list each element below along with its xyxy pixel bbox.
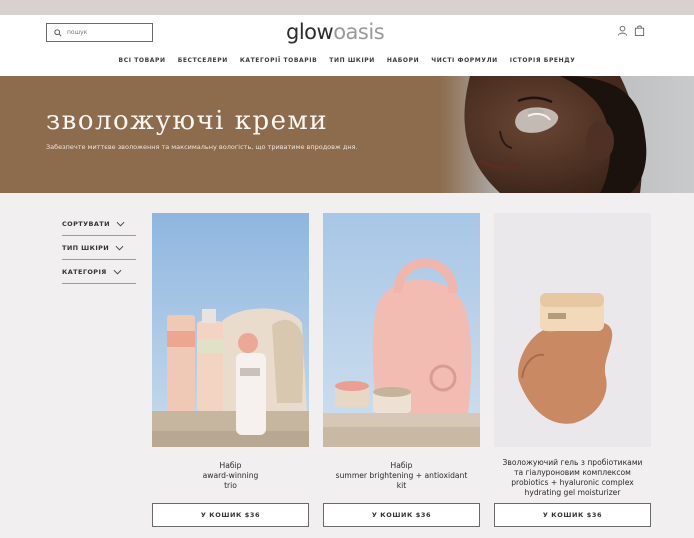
nav-sets[interactable]: НАБОРИ <box>381 57 425 64</box>
product-card: Набір summer brightening + antioxidant k… <box>323 213 480 527</box>
filter-category[interactable]: КАТЕГОРІЯ <box>62 260 136 284</box>
filters-panel: СОРТУВАТИ ТИП ШКІРИ КАТЕГОРІЯ <box>62 212 136 284</box>
chevron-down-icon <box>116 221 125 227</box>
search-icon <box>54 28 62 37</box>
filter-skin-type[interactable]: ТИП ШКІРИ <box>62 236 136 260</box>
chevron-down-icon <box>115 245 124 251</box>
search-box[interactable] <box>46 23 153 42</box>
nav-categories[interactable]: КАТЕГОРІЇ ТОВАРІВ <box>234 57 323 64</box>
product-card: Набір award-winning trio У КОШИК $36 <box>152 213 309 527</box>
brand-logo[interactable]: glowoasis <box>286 20 385 44</box>
search-input[interactable] <box>67 29 147 36</box>
nav-clean-formulas[interactable]: ЧИСТІ ФОРМУЛИ <box>425 57 504 64</box>
add-to-cart-button[interactable]: У КОШИК $36 <box>323 503 480 527</box>
nav-bestsellers[interactable]: БЕСТСЕЛЕРИ <box>172 57 234 64</box>
product-image[interactable] <box>494 213 651 447</box>
main-nav: ВСІ ТОВАРИ БЕСТСЕЛЕРИ КАТЕГОРІЇ ТОВАРІВ … <box>0 57 694 64</box>
nav-brand-story[interactable]: ІСТОРІЯ БРЕНДУ <box>504 57 582 64</box>
logo-light: oasis <box>333 20 385 44</box>
product-name[interactable]: Набір summer brightening + antioxidant k… <box>323 461 480 491</box>
shopping-bag-icon[interactable] <box>634 25 645 36</box>
hero-banner: зволожуючі креми Забезпечте миттєве звол… <box>0 76 694 193</box>
user-icon[interactable] <box>617 25 628 36</box>
product-image[interactable] <box>152 213 309 447</box>
logo-bold: glow <box>286 20 334 44</box>
nav-skin-type[interactable]: ТИП ШКІРИ <box>323 57 381 64</box>
page-title: зволожуючі креми <box>46 106 329 136</box>
product-image[interactable] <box>323 213 480 447</box>
add-to-cart-button[interactable]: У КОШИК $36 <box>152 503 309 527</box>
page-subtitle: Забезпечте миттєве зволоження та максима… <box>46 143 358 151</box>
filter-category-label: КАТЕГОРІЯ <box>62 267 107 276</box>
add-to-cart-button[interactable]: У КОШИК $36 <box>494 503 651 527</box>
top-strip <box>0 0 694 15</box>
filter-sort[interactable]: СОРТУВАТИ <box>62 212 136 236</box>
filter-sort-label: СОРТУВАТИ <box>62 219 110 228</box>
chevron-down-icon <box>113 269 122 275</box>
site-header: glowoasis ВСІ ТОВАРИ БЕСТСЕЛЕРИ КАТЕГОРІ… <box>0 15 694 76</box>
product-name[interactable]: Набір award-winning trio <box>152 461 309 491</box>
product-card: Зволожуючий гель з пробіотиками та гіалу… <box>494 213 651 527</box>
model-photo <box>440 76 694 193</box>
nav-all-products[interactable]: ВСІ ТОВАРИ <box>113 57 172 64</box>
product-name[interactable]: Зволожуючий гель з пробіотиками та гіалу… <box>494 458 651 498</box>
filter-skin-type-label: ТИП ШКІРИ <box>62 243 110 252</box>
